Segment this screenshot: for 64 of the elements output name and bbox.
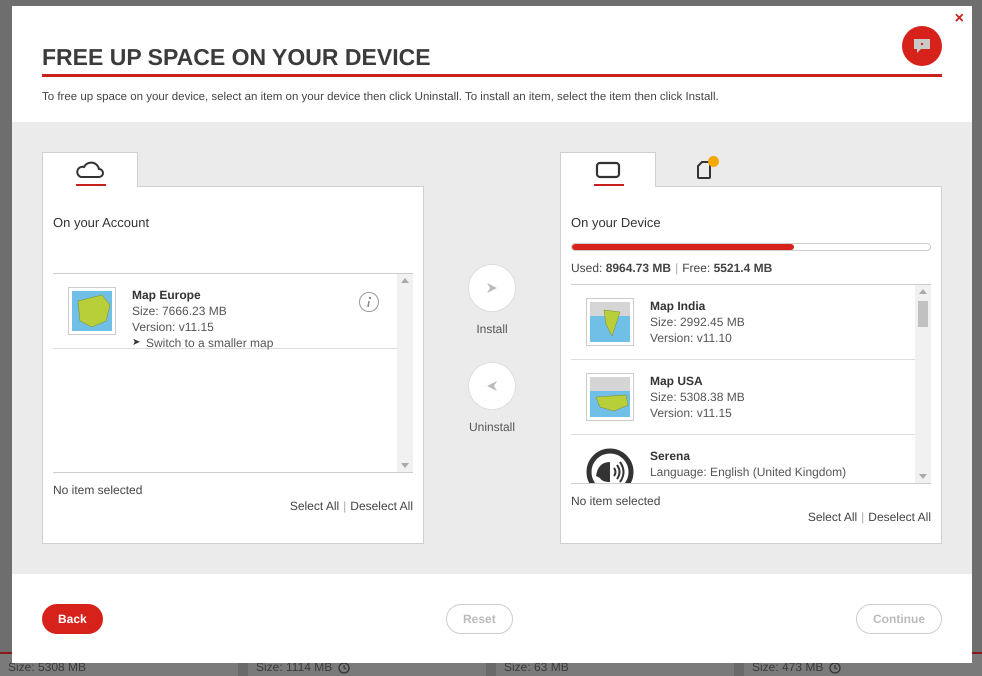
background-size-text: Size: 1114 MB	[256, 660, 332, 674]
item-detail: Version: v11.15	[650, 405, 733, 421]
item-detail: Version: v11.15	[132, 319, 215, 335]
arrow-glyph: ➤	[132, 336, 140, 350]
clock-icon	[829, 662, 842, 674]
panel-tab[interactable]	[42, 152, 138, 187]
panel-tab[interactable]	[560, 152, 656, 187]
warning-badge	[708, 156, 719, 167]
device-icon	[595, 161, 621, 179]
item-name: Serena	[650, 448, 692, 464]
clock-icon	[338, 662, 350, 674]
list-item[interactable]: Map USA Size: 5308.38 MB Version: v11.15	[571, 360, 915, 435]
list-item[interactable]: Map Europe Size: 7666.23 MB Version: v11.15 ➤ Switch to a smaller map	[53, 274, 397, 349]
separator: |	[343, 499, 346, 513]
item-detail: Size: 7666.23 MB	[132, 303, 228, 319]
right-arrow-icon	[486, 282, 498, 294]
item-name: Map USA	[650, 373, 704, 389]
deselect-all-link[interactable]: Deselect All	[350, 499, 413, 513]
scroll-up-icon[interactable]	[919, 289, 927, 294]
free-text: Free: 5521.4 MB	[682, 261, 772, 275]
item-name: Map India	[650, 298, 706, 314]
scroll-up-icon[interactable]	[401, 278, 409, 283]
scrollbar[interactable]	[397, 274, 413, 472]
transfer-label: Uninstall	[468, 420, 516, 434]
selection-status: No item selected	[571, 494, 662, 508]
panel-heading: On your Account	[53, 215, 150, 232]
item-detail: Size: 5308.38 MB	[650, 389, 745, 405]
background-size-text: Size: 473 MB	[752, 660, 824, 674]
footer-button[interactable]: Back	[42, 604, 103, 634]
scroll-down-icon[interactable]	[401, 463, 409, 468]
selection-status: No item selected	[53, 483, 144, 497]
close-button[interactable]: ×	[954, 10, 964, 28]
speaking-head-icon	[586, 448, 634, 483]
active-tab-underline	[76, 184, 106, 186]
install-button[interactable]	[468, 264, 516, 312]
background-size-text: Size: 5308 MB	[8, 660, 86, 674]
separator: |	[675, 261, 678, 275]
scroll-down-icon[interactable]	[919, 474, 927, 479]
item-detail: Size: 2992.45 MB	[650, 314, 745, 330]
help-button[interactable]	[902, 26, 942, 66]
select-all-link[interactable]: Select All	[808, 510, 858, 524]
separator: |	[861, 510, 864, 524]
deselect-all-link[interactable]: Deselect All	[868, 510, 931, 524]
item-detail: Language: English (United Kingdom)	[650, 464, 846, 480]
item-detail: Version: v11.10	[650, 330, 733, 346]
used-text: Used: 8964.73 MB	[571, 261, 672, 275]
switch-map-link[interactable]: Switch to a smaller map	[146, 335, 274, 351]
intro-text: To free up space on your device, select an item on your device then click Uninstall. To install an item, select the item then click Install.	[42, 91, 720, 103]
scrollbar[interactable]	[915, 285, 931, 483]
item-name: Map Europe	[132, 287, 202, 303]
uninstall-button[interactable]	[468, 362, 516, 410]
left-arrow-icon	[486, 380, 498, 392]
panel-heading: On your Device	[571, 215, 662, 230]
list-item[interactable]: Serena Language: English (United Kingdom)	[571, 435, 915, 483]
active-tab-underline	[594, 184, 624, 186]
info-icon[interactable]	[359, 292, 379, 312]
transfer-label: Install	[476, 322, 508, 336]
background-size-text: Size: 63 MB	[504, 660, 569, 674]
select-all-link[interactable]: Select All	[290, 499, 340, 513]
question-bubble-icon	[912, 38, 932, 54]
list-item[interactable]: Map India Size: 2992.45 MB Version: v11.10	[571, 285, 915, 360]
cloud-icon	[76, 161, 104, 179]
scrollbar-thumb[interactable]	[918, 301, 928, 327]
memory-card-icon	[697, 160, 711, 178]
